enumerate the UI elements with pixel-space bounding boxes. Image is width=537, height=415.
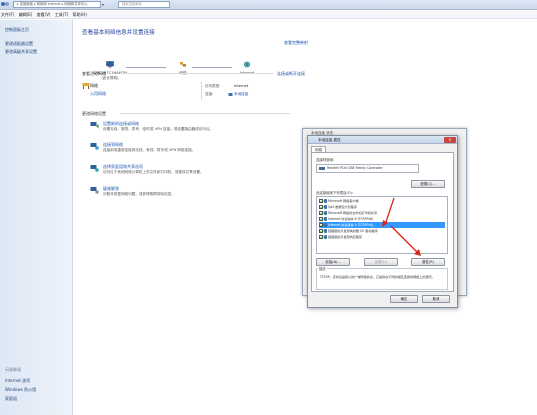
- arrow-to-ipv4-head: [382, 220, 388, 227]
- arrow-to-properties: [390, 225, 420, 255]
- arrow-to-ipv4: [384, 197, 395, 226]
- annotation-arrows: [382, 197, 421, 256]
